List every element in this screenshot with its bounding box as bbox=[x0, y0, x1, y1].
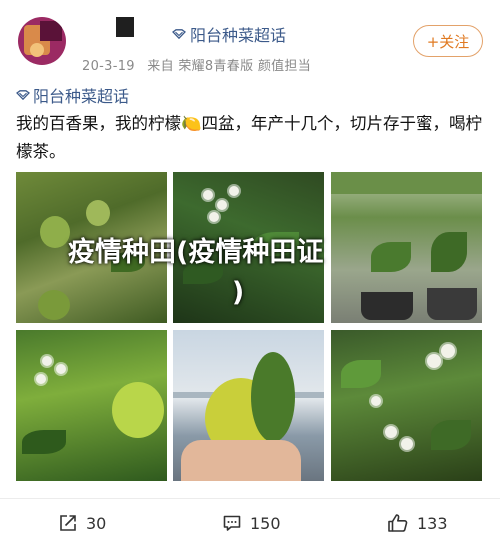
watermark-overlay-text: 疫情种田(疫情种田证 ) bbox=[68, 233, 408, 313]
supertopic-link-header[interactable]: 阳台种菜超话 bbox=[172, 22, 286, 46]
like-count: 133 bbox=[417, 513, 448, 533]
supertopic-label: 阳台种菜超话 bbox=[33, 87, 130, 106]
like-button[interactable]: 133 bbox=[387, 505, 448, 541]
like-icon bbox=[387, 513, 409, 533]
overlay-line-1: 疫情种田(疫情种田证 bbox=[68, 237, 324, 268]
avatar[interactable] bbox=[18, 17, 66, 65]
overlay-line-2: ) bbox=[231, 277, 245, 308]
image-grid bbox=[16, 172, 486, 490]
post-header: 阳台种菜超话 20-3-19 来自 荣耀8青春版 颜值担当 +关注 bbox=[0, 0, 500, 78]
comment-button[interactable]: 150 bbox=[222, 505, 281, 541]
share-button[interactable]: 30 bbox=[58, 505, 106, 541]
supertopic-label: 阳台种菜超话 bbox=[190, 26, 287, 45]
topic-diamond-icon bbox=[16, 90, 30, 100]
post-date: 20-3-19 bbox=[82, 59, 135, 74]
comment-count: 150 bbox=[250, 513, 281, 533]
post-source: 来自 荣耀8青春版 颜值担当 bbox=[147, 59, 312, 74]
post-body-text: 我的百香果，我的柠檬🍋四盆，年产十几个，切片存于蜜，喝柠檬茶。 bbox=[16, 114, 483, 161]
actions-divider bbox=[0, 498, 500, 499]
comment-icon bbox=[222, 513, 242, 533]
post-image-5[interactable] bbox=[173, 330, 324, 481]
follow-button[interactable]: +关注 bbox=[413, 25, 483, 57]
post-image-4[interactable] bbox=[16, 330, 167, 481]
username-redacted[interactable] bbox=[116, 17, 134, 37]
share-icon bbox=[58, 513, 78, 533]
action-bar: 30 150 133 bbox=[0, 505, 500, 541]
post-meta: 20-3-19 来自 荣耀8青春版 颜值担当 bbox=[82, 55, 319, 74]
post-image-6[interactable] bbox=[331, 330, 482, 481]
topic-diamond-icon bbox=[172, 29, 186, 39]
share-count: 30 bbox=[86, 513, 107, 533]
supertopic-link-body[interactable]: 阳台种菜超话 bbox=[16, 83, 129, 107]
